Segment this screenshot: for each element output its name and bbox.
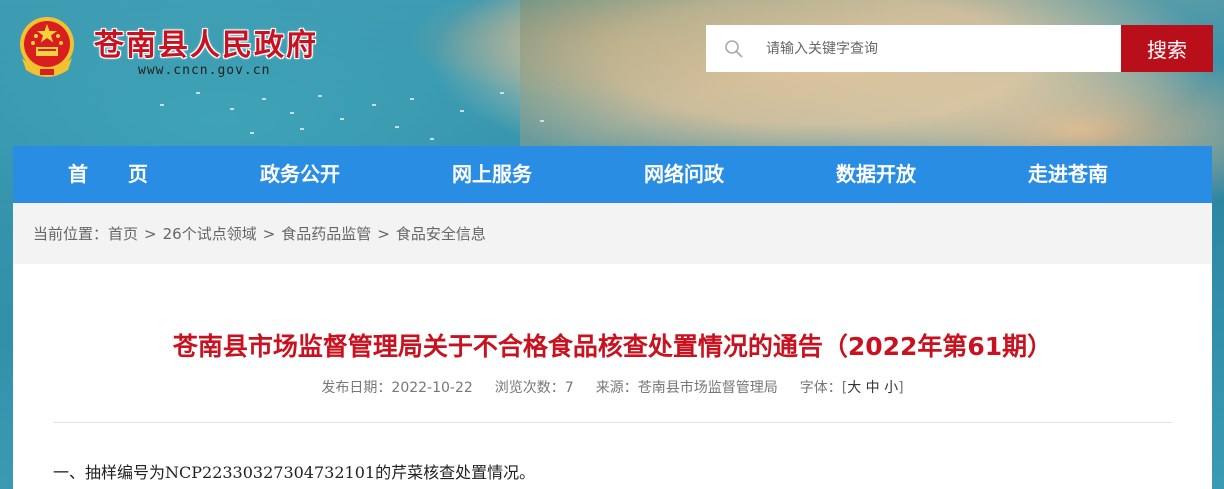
font-large-button[interactable]: 大 bbox=[847, 380, 861, 396]
nav-item-about-cangnan[interactable]: 走进苍南 bbox=[1028, 146, 1108, 203]
article-source: 来源：苍南县市场监督管理局 bbox=[595, 380, 778, 396]
breadcrumb-separator: > bbox=[262, 225, 276, 243]
breadcrumb-item-home[interactable]: 首页 bbox=[108, 225, 138, 243]
breadcrumb-separator: > bbox=[144, 225, 157, 243]
search-input[interactable] bbox=[766, 33, 1106, 64]
breadcrumb-bar: 当前位置：首页 >26个试点领域 > 食品药品监管 > 食品安全信息 bbox=[13, 203, 1212, 264]
article-meta: 发布日期：2022-10-22 浏览次数：7 来源：苍南县市场监督管理局 字体：[大 … bbox=[13, 377, 1212, 397]
breadcrumb-separator: > bbox=[377, 225, 390, 243]
nav-item-government-affairs[interactable]: 政务公开 bbox=[260, 146, 340, 203]
national-emblem-icon bbox=[20, 17, 74, 77]
divider bbox=[53, 422, 1172, 423]
nav-item-online-services[interactable]: 网上服务 bbox=[452, 146, 532, 203]
font-size-label: 字体：[ bbox=[799, 380, 848, 396]
font-medium-button[interactable]: 中 bbox=[866, 380, 880, 396]
main-nav: 首 页 政务公开 网上服务 网络问政 数据开放 走进苍南 bbox=[13, 146, 1212, 203]
search-icon bbox=[725, 39, 743, 58]
site-name[interactable]: 苍南县人民政府 bbox=[94, 20, 318, 64]
article-title: 苍南县市场监督管理局关于不合格食品核查处置情况的通告（2022年第61期） bbox=[172, 332, 1053, 361]
nav-item-online-inquiry[interactable]: 网络问政 bbox=[644, 146, 724, 203]
breadcrumb-item-pilot-areas[interactable]: 26个试点领域 bbox=[163, 225, 257, 243]
site-url: www.cncn.gov.cn bbox=[138, 63, 271, 78]
article-paragraph: 一、抽样编号为NCP22330327304732101的芹菜核查处置情况。 bbox=[53, 463, 536, 482]
breadcrumb: 当前位置：首页 >26个试点领域 > 食品药品监管 > 食品安全信息 bbox=[33, 223, 486, 244]
search-box bbox=[706, 25, 1122, 72]
nav-item-open-data[interactable]: 数据开放 bbox=[836, 146, 916, 203]
header-coast-image bbox=[520, 0, 1224, 150]
publish-date: 发布日期：2022-10-22 bbox=[321, 380, 473, 396]
content-panel: 当前位置：首页 >26个试点领域 > 食品药品监管 > 食品安全信息 苍南县市场监督管理局… bbox=[13, 203, 1212, 489]
font-size-close: ] bbox=[898, 380, 904, 396]
search-button[interactable]: 搜索 bbox=[1121, 25, 1213, 72]
breadcrumb-prefix: 当前位置： bbox=[33, 225, 109, 243]
view-count: 浏览次数：7 bbox=[494, 380, 574, 396]
breadcrumb-item-food-drug[interactable]: 食品药品监管 bbox=[281, 225, 371, 243]
font-small-button[interactable]: 小 bbox=[884, 380, 898, 396]
breadcrumb-item-food-safety[interactable]: 食品安全信息 bbox=[396, 225, 486, 243]
nav-item-home[interactable]: 首 页 bbox=[68, 146, 148, 203]
